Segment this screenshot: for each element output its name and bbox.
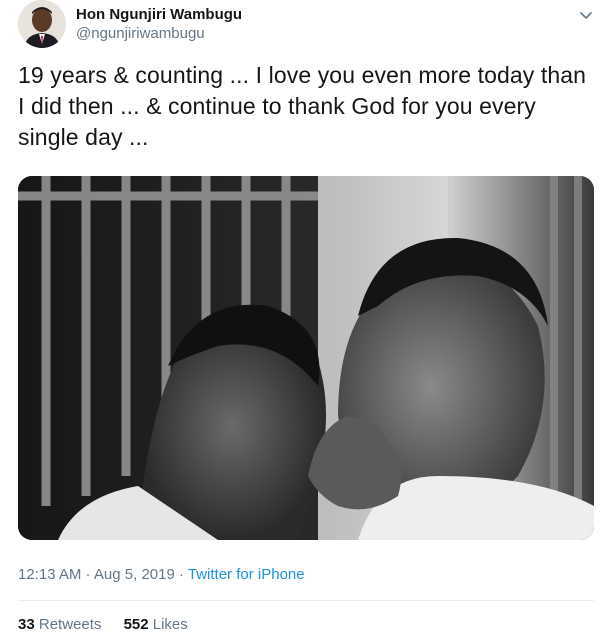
tweet-meta: 12:13 AM · Aug 5, 2019 · Twitter for iPh…	[18, 566, 305, 583]
tweet-card: Hon Ngunjiri Wambugu @ngunjiriwambugu 19…	[0, 0, 610, 641]
tweet-date[interactable]: Aug 5, 2019	[94, 566, 175, 583]
avatar[interactable]	[18, 0, 66, 48]
author-block: Hon Ngunjiri Wambugu @ngunjiriwambugu	[76, 6, 242, 44]
photo-image	[18, 176, 594, 540]
retweets-stat[interactable]: 33 Retweets	[18, 616, 101, 633]
retweets-label: Retweets	[34, 616, 102, 633]
author-name[interactable]: Hon Ngunjiri Wambugu	[76, 6, 242, 24]
divider	[18, 600, 594, 601]
tweet-time[interactable]: 12:13 AM	[18, 566, 81, 583]
likes-stat[interactable]: 552 Likes	[124, 616, 188, 633]
meta-separator: ·	[81, 566, 94, 583]
chevron-down-icon[interactable]	[576, 6, 596, 26]
tweet-photo[interactable]	[18, 176, 594, 540]
likes-count: 552	[123, 616, 149, 633]
retweets-count: 33	[18, 616, 35, 633]
tweet-source-link[interactable]: Twitter for iPhone	[188, 566, 305, 583]
author-handle[interactable]: @ngunjiriwambugu	[76, 24, 242, 44]
tweet-stats: 33 Retweets 552 Likes	[18, 616, 206, 633]
avatar-photo	[18, 0, 66, 48]
likes-label: Likes	[148, 616, 188, 633]
tweet-text: 19 years & counting ... I love you even …	[18, 62, 587, 150]
meta-separator: ·	[174, 566, 188, 583]
